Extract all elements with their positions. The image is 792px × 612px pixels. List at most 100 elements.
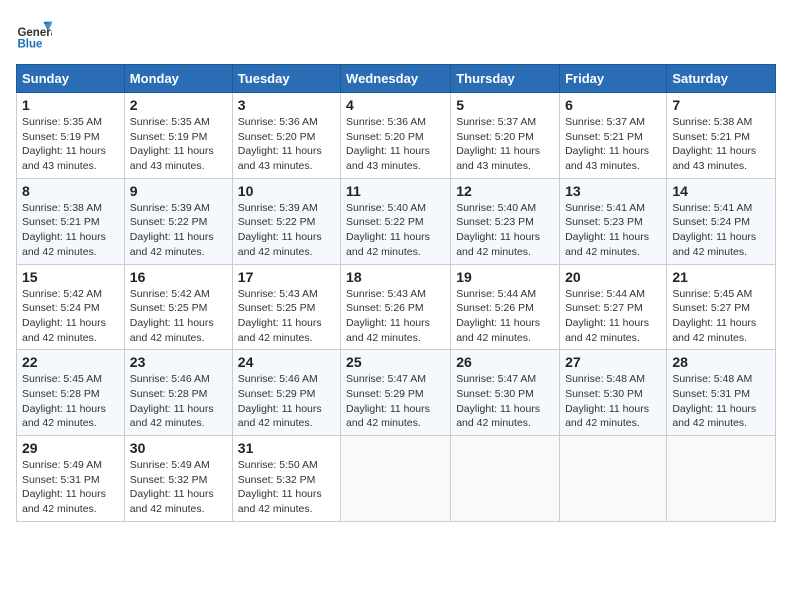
day-number: 31 (238, 440, 335, 456)
day-info: Sunrise: 5:47 AM Sunset: 5:30 PM Dayligh… (456, 372, 554, 431)
calendar-cell: 31 Sunrise: 5:50 AM Sunset: 5:32 PM Dayl… (232, 436, 340, 522)
day-number: 2 (130, 97, 227, 113)
calendar-cell: 16 Sunrise: 5:42 AM Sunset: 5:25 PM Dayl… (124, 264, 232, 350)
day-info: Sunrise: 5:46 AM Sunset: 5:28 PM Dayligh… (130, 372, 227, 431)
day-number: 6 (565, 97, 661, 113)
calendar-cell: 9 Sunrise: 5:39 AM Sunset: 5:22 PM Dayli… (124, 178, 232, 264)
calendar-cell: 18 Sunrise: 5:43 AM Sunset: 5:26 PM Dayl… (341, 264, 451, 350)
weekday-header-monday: Monday (124, 65, 232, 93)
day-number: 22 (22, 354, 119, 370)
day-number: 8 (22, 183, 119, 199)
day-number: 23 (130, 354, 227, 370)
calendar-cell: 8 Sunrise: 5:38 AM Sunset: 5:21 PM Dayli… (17, 178, 125, 264)
weekday-header-thursday: Thursday (451, 65, 560, 93)
day-number: 28 (672, 354, 770, 370)
day-info: Sunrise: 5:38 AM Sunset: 5:21 PM Dayligh… (22, 201, 119, 260)
day-number: 3 (238, 97, 335, 113)
day-number: 30 (130, 440, 227, 456)
day-number: 27 (565, 354, 661, 370)
calendar-cell: 19 Sunrise: 5:44 AM Sunset: 5:26 PM Dayl… (451, 264, 560, 350)
calendar-cell (341, 436, 451, 522)
day-info: Sunrise: 5:48 AM Sunset: 5:31 PM Dayligh… (672, 372, 770, 431)
day-number: 15 (22, 269, 119, 285)
calendar-week-5: 29 Sunrise: 5:49 AM Sunset: 5:31 PM Dayl… (17, 436, 776, 522)
day-info: Sunrise: 5:35 AM Sunset: 5:19 PM Dayligh… (22, 115, 119, 174)
weekday-header-saturday: Saturday (667, 65, 776, 93)
calendar-cell: 5 Sunrise: 5:37 AM Sunset: 5:20 PM Dayli… (451, 93, 560, 179)
calendar-cell: 29 Sunrise: 5:49 AM Sunset: 5:31 PM Dayl… (17, 436, 125, 522)
day-number: 26 (456, 354, 554, 370)
day-number: 14 (672, 183, 770, 199)
day-info: Sunrise: 5:49 AM Sunset: 5:31 PM Dayligh… (22, 458, 119, 517)
day-info: Sunrise: 5:47 AM Sunset: 5:29 PM Dayligh… (346, 372, 445, 431)
weekday-header-sunday: Sunday (17, 65, 125, 93)
calendar-cell: 1 Sunrise: 5:35 AM Sunset: 5:19 PM Dayli… (17, 93, 125, 179)
calendar-cell: 22 Sunrise: 5:45 AM Sunset: 5:28 PM Dayl… (17, 350, 125, 436)
day-info: Sunrise: 5:45 AM Sunset: 5:27 PM Dayligh… (672, 287, 770, 346)
day-info: Sunrise: 5:37 AM Sunset: 5:20 PM Dayligh… (456, 115, 554, 174)
calendar-week-4: 22 Sunrise: 5:45 AM Sunset: 5:28 PM Dayl… (17, 350, 776, 436)
day-number: 24 (238, 354, 335, 370)
day-number: 17 (238, 269, 335, 285)
weekday-header-row: SundayMondayTuesdayWednesdayThursdayFrid… (17, 65, 776, 93)
day-info: Sunrise: 5:44 AM Sunset: 5:27 PM Dayligh… (565, 287, 661, 346)
day-info: Sunrise: 5:36 AM Sunset: 5:20 PM Dayligh… (238, 115, 335, 174)
day-number: 18 (346, 269, 445, 285)
calendar-cell: 15 Sunrise: 5:42 AM Sunset: 5:24 PM Dayl… (17, 264, 125, 350)
calendar-cell: 2 Sunrise: 5:35 AM Sunset: 5:19 PM Dayli… (124, 93, 232, 179)
day-info: Sunrise: 5:43 AM Sunset: 5:26 PM Dayligh… (346, 287, 445, 346)
day-number: 12 (456, 183, 554, 199)
day-info: Sunrise: 5:37 AM Sunset: 5:21 PM Dayligh… (565, 115, 661, 174)
day-number: 1 (22, 97, 119, 113)
calendar-cell: 4 Sunrise: 5:36 AM Sunset: 5:20 PM Dayli… (341, 93, 451, 179)
day-number: 16 (130, 269, 227, 285)
calendar-week-1: 1 Sunrise: 5:35 AM Sunset: 5:19 PM Dayli… (17, 93, 776, 179)
day-number: 4 (346, 97, 445, 113)
calendar-cell: 12 Sunrise: 5:40 AM Sunset: 5:23 PM Dayl… (451, 178, 560, 264)
day-info: Sunrise: 5:45 AM Sunset: 5:28 PM Dayligh… (22, 372, 119, 431)
calendar-cell: 7 Sunrise: 5:38 AM Sunset: 5:21 PM Dayli… (667, 93, 776, 179)
day-info: Sunrise: 5:43 AM Sunset: 5:25 PM Dayligh… (238, 287, 335, 346)
logo-icon: General Blue (16, 16, 52, 52)
header: General Blue (16, 16, 776, 52)
day-number: 19 (456, 269, 554, 285)
day-info: Sunrise: 5:35 AM Sunset: 5:19 PM Dayligh… (130, 115, 227, 174)
calendar-week-3: 15 Sunrise: 5:42 AM Sunset: 5:24 PM Dayl… (17, 264, 776, 350)
calendar-cell: 17 Sunrise: 5:43 AM Sunset: 5:25 PM Dayl… (232, 264, 340, 350)
day-info: Sunrise: 5:42 AM Sunset: 5:25 PM Dayligh… (130, 287, 227, 346)
calendar-cell: 30 Sunrise: 5:49 AM Sunset: 5:32 PM Dayl… (124, 436, 232, 522)
calendar-cell: 20 Sunrise: 5:44 AM Sunset: 5:27 PM Dayl… (560, 264, 667, 350)
weekday-header-friday: Friday (560, 65, 667, 93)
calendar-week-2: 8 Sunrise: 5:38 AM Sunset: 5:21 PM Dayli… (17, 178, 776, 264)
day-number: 20 (565, 269, 661, 285)
svg-text:Blue: Blue (17, 39, 43, 51)
day-number: 7 (672, 97, 770, 113)
calendar-cell: 24 Sunrise: 5:46 AM Sunset: 5:29 PM Dayl… (232, 350, 340, 436)
weekday-header-wednesday: Wednesday (341, 65, 451, 93)
day-number: 29 (22, 440, 119, 456)
calendar-cell: 28 Sunrise: 5:48 AM Sunset: 5:31 PM Dayl… (667, 350, 776, 436)
calendar-cell: 25 Sunrise: 5:47 AM Sunset: 5:29 PM Dayl… (341, 350, 451, 436)
calendar-cell: 14 Sunrise: 5:41 AM Sunset: 5:24 PM Dayl… (667, 178, 776, 264)
day-number: 21 (672, 269, 770, 285)
calendar-cell: 21 Sunrise: 5:45 AM Sunset: 5:27 PM Dayl… (667, 264, 776, 350)
day-number: 13 (565, 183, 661, 199)
day-number: 9 (130, 183, 227, 199)
calendar-cell (560, 436, 667, 522)
calendar-table: SundayMondayTuesdayWednesdayThursdayFrid… (16, 64, 776, 522)
day-info: Sunrise: 5:40 AM Sunset: 5:23 PM Dayligh… (456, 201, 554, 260)
day-number: 10 (238, 183, 335, 199)
day-info: Sunrise: 5:50 AM Sunset: 5:32 PM Dayligh… (238, 458, 335, 517)
day-info: Sunrise: 5:38 AM Sunset: 5:21 PM Dayligh… (672, 115, 770, 174)
day-info: Sunrise: 5:49 AM Sunset: 5:32 PM Dayligh… (130, 458, 227, 517)
svg-text:General: General (17, 27, 52, 39)
calendar-cell: 6 Sunrise: 5:37 AM Sunset: 5:21 PM Dayli… (560, 93, 667, 179)
day-info: Sunrise: 5:41 AM Sunset: 5:23 PM Dayligh… (565, 201, 661, 260)
calendar-cell (667, 436, 776, 522)
day-info: Sunrise: 5:41 AM Sunset: 5:24 PM Dayligh… (672, 201, 770, 260)
logo: General Blue (16, 16, 52, 52)
calendar-cell (451, 436, 560, 522)
weekday-header-tuesday: Tuesday (232, 65, 340, 93)
day-info: Sunrise: 5:39 AM Sunset: 5:22 PM Dayligh… (130, 201, 227, 260)
day-info: Sunrise: 5:44 AM Sunset: 5:26 PM Dayligh… (456, 287, 554, 346)
